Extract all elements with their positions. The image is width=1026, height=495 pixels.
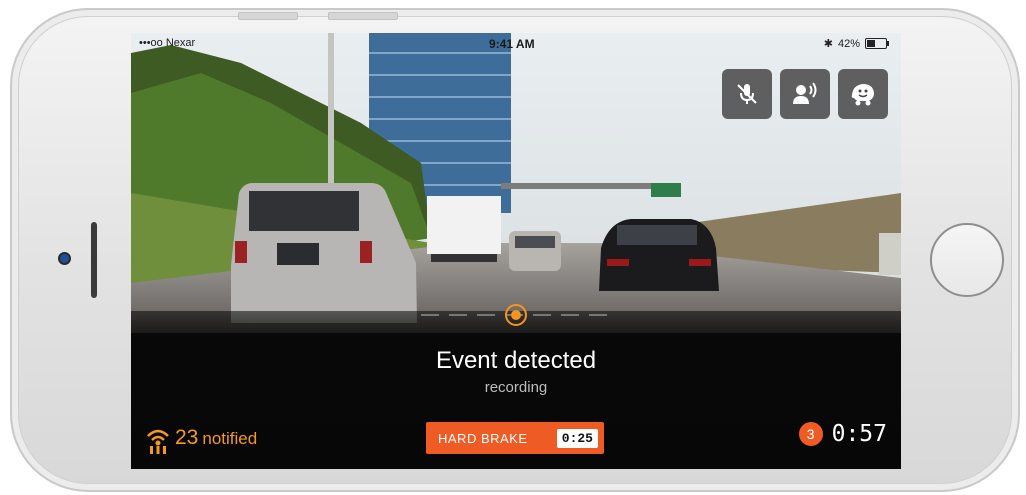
battery-percent: 42% (837, 37, 860, 50)
notified-count: 23 notified (145, 426, 257, 454)
mute-mic-button[interactable] (722, 69, 772, 119)
speaking-person-icon (793, 82, 817, 104)
home-button[interactable] (930, 223, 1004, 297)
notified-label: notified (202, 429, 258, 448)
volume-button (328, 12, 398, 20)
event-count-badge: 3 (798, 422, 823, 446)
waze-icon (851, 84, 874, 106)
status-bar: •••oo Nexar 9:41 AM ✱ 42% (131, 33, 901, 55)
hard-brake-timer: 0:25 (556, 428, 598, 448)
hard-brake-button[interactable]: HARD BRAKE 0:25 (426, 422, 604, 454)
hard-brake-label: HARD BRAKE (438, 430, 528, 446)
voice-command-button[interactable] (780, 69, 830, 119)
recording-countdown: 3 0:57 (798, 421, 887, 447)
volume-button (238, 12, 298, 20)
event-subtitle: recording (484, 379, 548, 396)
status-time: 9:41 AM (489, 37, 535, 51)
earpiece-speaker (91, 222, 97, 298)
microphone-off-icon (737, 84, 757, 104)
countdown-time: 0:57 (831, 421, 887, 447)
front-camera (58, 252, 71, 265)
notified-number: 23 (175, 426, 199, 449)
waze-button[interactable] (838, 69, 888, 119)
battery-icon (865, 38, 889, 49)
event-timeline (421, 304, 611, 326)
bluetooth-icon: ✱ (823, 38, 833, 50)
broadcast-icon (147, 429, 169, 454)
event-title: Event detected (435, 347, 597, 374)
app-screen: •••oo Nexar 9:41 AM ✱ 42% Event detected… (131, 33, 901, 469)
battery-status: ✱ 42% (823, 37, 889, 50)
carrier-label: •••oo Nexar (139, 37, 196, 49)
